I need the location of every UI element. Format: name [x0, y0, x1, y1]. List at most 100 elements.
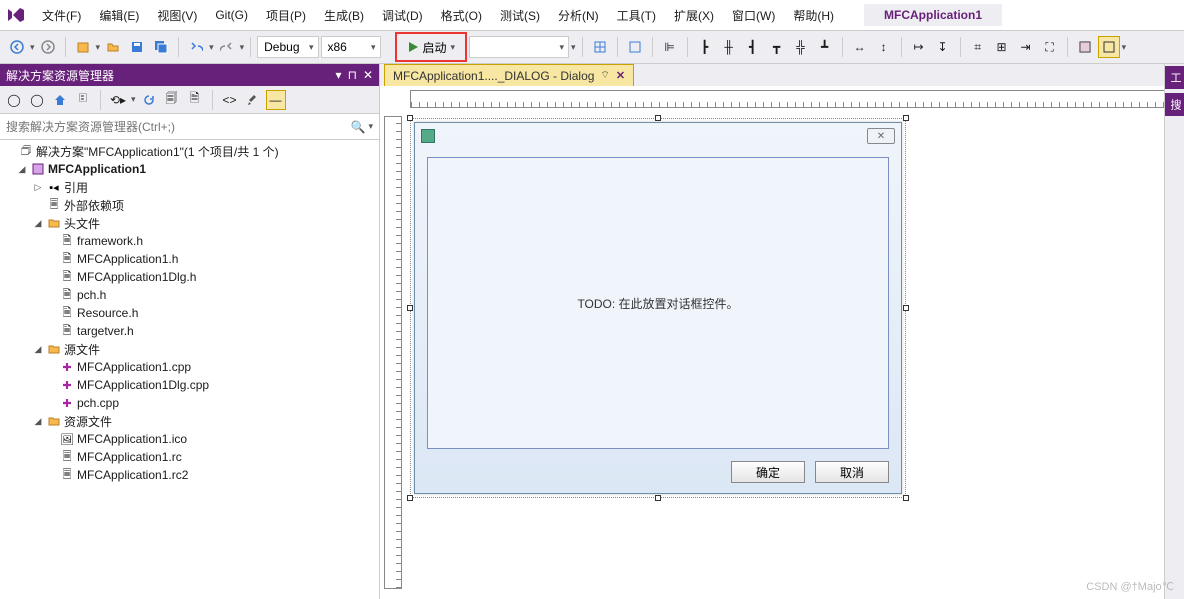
search-dropdown-icon[interactable]: ▾: [368, 121, 373, 132]
resize-handle-n[interactable]: [655, 115, 661, 121]
spacing-2-button[interactable]: ↕: [873, 36, 895, 58]
dialog-close-button[interactable]: ✕: [867, 128, 895, 144]
maximize-icon[interactable]: ⛶: [1039, 36, 1061, 58]
file-node[interactable]: 🗏MFCApplication1.rc2: [0, 466, 379, 484]
resize-handle-e[interactable]: [903, 305, 909, 311]
nav-back-button[interactable]: [6, 36, 28, 58]
menu-edit[interactable]: 编辑(E): [91, 3, 147, 28]
se-home-button[interactable]: [50, 90, 70, 110]
sources-folder-node[interactable]: ◢源文件: [0, 340, 379, 358]
new-project-button[interactable]: [72, 36, 94, 58]
resources-folder-node[interactable]: ◢资源文件: [0, 412, 379, 430]
headers-folder-node[interactable]: ◢头文件: [0, 214, 379, 232]
open-button[interactable]: [102, 36, 124, 58]
search-tab[interactable]: 搜: [1165, 93, 1184, 116]
align-5-button[interactable]: ╬: [790, 36, 812, 58]
file-node[interactable]: 🗎pch.h: [0, 286, 379, 304]
file-node[interactable]: 🗎Resource.h: [0, 304, 379, 322]
file-node[interactable]: 🗎MFCApplication1Dlg.h: [0, 268, 379, 286]
se-switch-button[interactable]: 🗉: [73, 90, 93, 110]
file-node[interactable]: 🗎framework.h: [0, 232, 379, 250]
menu-view[interactable]: 视图(V): [149, 3, 205, 28]
save-button[interactable]: [126, 36, 148, 58]
layout-grid-button[interactable]: [589, 36, 611, 58]
dialog-window[interactable]: ✕ TODO: 在此放置对话框控件。 确定 取消: [414, 122, 902, 494]
redo-button[interactable]: [216, 36, 238, 58]
menu-test[interactable]: 测试(S): [492, 3, 548, 28]
se-refresh-button[interactable]: [139, 90, 159, 110]
se-code-button[interactable]: <>: [220, 90, 240, 110]
references-node[interactable]: ▷▪◂引用: [0, 178, 379, 196]
project-node[interactable]: ◢MFCApplication1: [0, 160, 379, 178]
search-icon[interactable]: 🔍: [351, 120, 366, 134]
panel-pin-icon[interactable]: ⊓: [348, 68, 357, 82]
nav-fwd-button[interactable]: [37, 36, 59, 58]
align-left-button[interactable]: ⊫: [659, 36, 681, 58]
dialog-cancel-button[interactable]: 取消: [815, 461, 889, 483]
file-node[interactable]: ✚pch.cpp: [0, 394, 379, 412]
dialog-designer-canvas[interactable]: ✕ TODO: 在此放置对话框控件。 确定 取消: [380, 86, 1184, 599]
center-1-button[interactable]: ⌗: [967, 36, 989, 58]
file-node[interactable]: ✚MFCApplication1Dlg.cpp: [0, 376, 379, 394]
guides-toggle-button[interactable]: [1098, 36, 1120, 58]
align-6-button[interactable]: ┻: [814, 36, 836, 58]
menu-help[interactable]: 帮助(H): [785, 3, 842, 28]
panel-menu-icon[interactable]: ▾: [336, 68, 342, 82]
menu-analyze[interactable]: 分析(N): [550, 3, 607, 28]
menu-build[interactable]: 生成(B): [316, 3, 372, 28]
se-collapse-button[interactable]: 🗐: [162, 90, 182, 110]
dialog-selection[interactable]: ✕ TODO: 在此放置对话框控件。 确定 取消: [410, 118, 906, 498]
resize-handle-ne[interactable]: [903, 115, 909, 121]
spacing-1-button[interactable]: ↔: [849, 36, 871, 58]
menu-extensions[interactable]: 扩展(X): [666, 3, 722, 28]
dialog-ok-button[interactable]: 确定: [731, 461, 805, 483]
toolbox-tab[interactable]: 工: [1165, 66, 1184, 89]
menu-tools[interactable]: 工具(T): [609, 3, 664, 28]
solution-search-input[interactable]: [6, 120, 351, 134]
document-tab[interactable]: MFCApplication1...._DIALOG - Dialog ⌔ ✕: [384, 64, 634, 86]
center-2-button[interactable]: ⊞: [991, 36, 1013, 58]
solution-explorer-titlebar[interactable]: 解决方案资源管理器 ▾ ⊓ ✕: [0, 64, 379, 86]
external-deps-node[interactable]: 🗏外部依赖项: [0, 196, 379, 214]
resize-handle-sw[interactable]: [407, 495, 413, 501]
menu-file[interactable]: 文件(F): [34, 3, 89, 28]
file-node[interactable]: 🗎targetver.h: [0, 322, 379, 340]
align-1-button[interactable]: ┣: [694, 36, 716, 58]
se-showall-button[interactable]: 🗎: [185, 90, 205, 110]
se-preview-button[interactable]: —: [266, 90, 286, 110]
toggle-guides-button[interactable]: [624, 36, 646, 58]
file-node[interactable]: 🗎MFCApplication1.h: [0, 250, 379, 268]
size-2-button[interactable]: ↧: [932, 36, 954, 58]
menu-format[interactable]: 格式(O): [433, 3, 490, 28]
panel-close-icon[interactable]: ✕: [363, 68, 373, 82]
resize-handle-nw[interactable]: [407, 115, 413, 121]
se-sync-button[interactable]: ⟲▸: [108, 90, 128, 110]
target-combo[interactable]: [469, 36, 569, 58]
align-4-button[interactable]: ┳: [766, 36, 788, 58]
config-combo[interactable]: Debug: [257, 36, 318, 58]
tab-order-button[interactable]: ⇥: [1015, 36, 1037, 58]
save-all-button[interactable]: [150, 36, 172, 58]
undo-button[interactable]: [185, 36, 207, 58]
se-back-button[interactable]: ◯: [4, 90, 24, 110]
file-node[interactable]: 🗏MFCApplication1.rc: [0, 448, 379, 466]
dialog-client-area[interactable]: TODO: 在此放置对话框控件。: [427, 157, 889, 449]
se-fwd-button[interactable]: ◯: [27, 90, 47, 110]
close-tab-icon[interactable]: ✕: [616, 69, 625, 82]
align-3-button[interactable]: ┫: [742, 36, 764, 58]
resize-handle-w[interactable]: [407, 305, 413, 311]
start-debug-button[interactable]: 启动 ▾: [401, 36, 462, 58]
menu-project[interactable]: 项目(P): [258, 3, 314, 28]
platform-combo[interactable]: x86: [321, 36, 381, 58]
grid-toggle-button[interactable]: [1074, 36, 1096, 58]
align-2-button[interactable]: ╫: [718, 36, 740, 58]
se-properties-button[interactable]: [243, 90, 263, 110]
resize-handle-se[interactable]: [903, 495, 909, 501]
dialog-titlebar[interactable]: ✕: [415, 123, 901, 149]
solution-node[interactable]: 🗇解决方案"MFCApplication1"(1 个项目/共 1 个): [0, 142, 379, 160]
menu-git[interactable]: Git(G): [207, 4, 256, 26]
file-node[interactable]: 🖼MFCApplication1.ico: [0, 430, 379, 448]
pin-icon[interactable]: ⌔: [600, 69, 609, 82]
menu-window[interactable]: 窗口(W): [724, 3, 783, 28]
file-node[interactable]: ✚MFCApplication1.cpp: [0, 358, 379, 376]
